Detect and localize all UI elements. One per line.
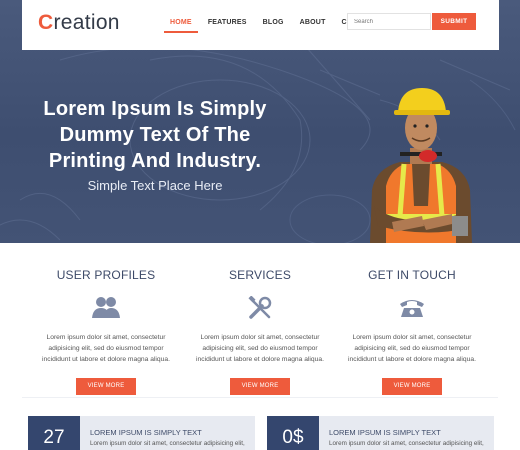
- stat-box: 27 LOREM IPSUM IS SIMPLY TEXT Lorem ipsu…: [28, 416, 255, 450]
- view-more-button[interactable]: VIEW MORE: [75, 378, 137, 395]
- tools-icon: [248, 296, 272, 319]
- feature-title: GET IN TOUCH: [368, 268, 456, 282]
- nav-home[interactable]: HOME: [164, 15, 198, 33]
- feature-text: Lorem ipsum dolor sit amet, consectetur …: [196, 334, 324, 363]
- nav-blog[interactable]: BLOG: [257, 15, 290, 33]
- stat-text: Lorem ipsum dolor sit amet, consectetur …: [329, 440, 484, 447]
- stat-title: LOREM IPSUM IS SIMPLY TEXT: [90, 428, 202, 437]
- nav-features[interactable]: FEATURES: [202, 15, 253, 33]
- view-more-button[interactable]: VIEW MORE: [381, 378, 443, 395]
- feature-text: Lorem ipsum dolor sit amet, consectetur …: [42, 334, 170, 363]
- feature-title: USER PROFILES: [56, 268, 156, 282]
- section-divider: [22, 397, 498, 398]
- feature-text: Lorem ipsum dolor sit amet, consectetur …: [348, 334, 476, 363]
- submit-button[interactable]: SUBMIT: [432, 13, 476, 30]
- users-icon: [92, 297, 120, 318]
- site-header: Creation HOME FEATURES BLOG ABOUT CONTAC…: [22, 0, 499, 50]
- feature-title: SERVICES: [228, 268, 292, 282]
- construction-worker-image: [370, 88, 472, 243]
- hero-title: Lorem Ipsum Is Simply Dummy Text Of The …: [43, 98, 267, 172]
- stat-box: 0$ LOREM IPSUM IS SIMPLY TEXT Lorem ipsu…: [267, 416, 494, 450]
- stat-text: Lorem ipsum dolor sit amet, consectetur …: [90, 440, 245, 447]
- site-logo[interactable]: Creation: [38, 11, 120, 35]
- feature-services: SERVICES Lorem ipsum dolor sit amet, con…: [184, 268, 336, 395]
- stat-title: LOREM IPSUM IS SIMPLY TEXT: [329, 428, 441, 437]
- stat-number: 27: [28, 416, 80, 450]
- nav-about[interactable]: ABOUT: [294, 15, 332, 33]
- feature-user-profiles: USER PROFILES Lorem ipsum dolor sit amet…: [30, 268, 182, 395]
- features-section: USER PROFILES Lorem ipsum dolor sit amet…: [30, 268, 490, 395]
- view-more-button[interactable]: VIEW MORE: [229, 378, 291, 395]
- phone-icon: [400, 300, 424, 317]
- feature-get-in-touch: GET IN TOUCH Lorem ipsum dolor sit amet,…: [336, 268, 488, 395]
- search-input[interactable]: [347, 13, 431, 30]
- stat-number: 0$: [267, 416, 319, 450]
- hero-subtitle: Simple Text Place Here: [87, 178, 223, 193]
